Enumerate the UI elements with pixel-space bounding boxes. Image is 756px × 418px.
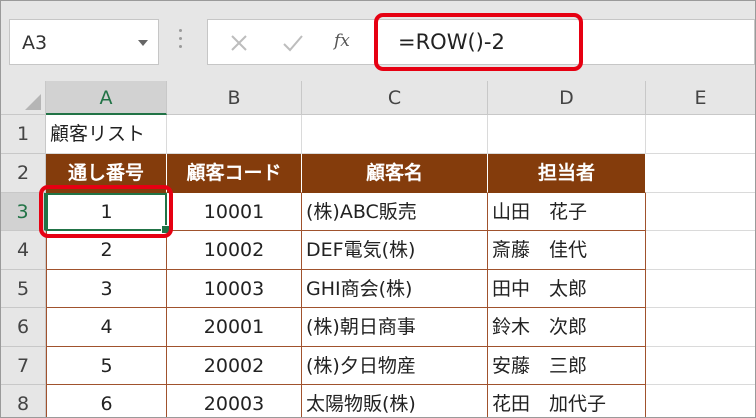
table-header-cell[interactable]: 顧客コード	[167, 154, 302, 193]
cell[interactable]	[646, 231, 755, 270]
table-cell[interactable]: DEF電気(株)	[302, 231, 488, 270]
table-cell[interactable]: 3	[46, 270, 167, 308]
cell[interactable]	[646, 193, 755, 231]
row-header-4[interactable]: 4	[1, 231, 46, 270]
excel-window: A3 fx =ROW()-2 A B C D E 1 2 3 4 5 6 7 8 顧客リスト 通し番号 顧客コ…	[0, 0, 756, 418]
table-cell[interactable]: 太陽物販(株)	[302, 385, 488, 417]
table-cell[interactable]: 6	[46, 385, 167, 417]
table-cell[interactable]: (株)ABC販売	[302, 193, 488, 231]
formula-highlight-box	[374, 13, 583, 71]
cell[interactable]	[646, 347, 755, 385]
table-cell[interactable]: GHI商会(株)	[302, 270, 488, 308]
cell[interactable]	[167, 115, 302, 154]
column-header-e[interactable]: E	[646, 81, 755, 115]
chevron-down-icon[interactable]	[138, 40, 148, 46]
table-cell[interactable]: 斎藤 佳代	[488, 231, 646, 270]
table-cell[interactable]: 5	[46, 347, 167, 385]
name-box[interactable]: A3	[9, 19, 159, 65]
close-icon[interactable]	[226, 30, 252, 56]
table-cell[interactable]: 20003	[167, 385, 302, 417]
table-header-cell[interactable]: 担当者	[488, 154, 646, 193]
select-all-button[interactable]	[1, 81, 46, 115]
cell[interactable]	[646, 385, 755, 417]
table-header-cell[interactable]: 顧客名	[302, 154, 488, 193]
row-header-6[interactable]: 6	[1, 308, 46, 347]
spreadsheet-grid: A B C D E 1 2 3 4 5 6 7 8 顧客リスト 通し番号 顧客コード 顧客名 担当者 1 10001(…	[1, 81, 755, 417]
cell-a1-title[interactable]: 顧客リスト	[46, 115, 167, 154]
table-cell[interactable]: 花田 加代子	[488, 385, 646, 417]
table-cell[interactable]: 4	[46, 308, 167, 347]
cell[interactable]	[646, 115, 755, 154]
check-icon[interactable]	[280, 30, 306, 56]
fx-icon[interactable]: fx	[334, 31, 350, 51]
table-cell[interactable]: (株)朝日商事	[302, 308, 488, 347]
table-cell[interactable]: 鈴木 次郎	[488, 308, 646, 347]
column-header-d[interactable]: D	[488, 81, 646, 115]
column-header-b[interactable]: B	[167, 81, 302, 115]
row-header-1[interactable]: 1	[1, 115, 46, 154]
row-header-5[interactable]: 5	[1, 270, 46, 308]
table-cell[interactable]: 10001	[167, 193, 302, 231]
row-header-8[interactable]: 8	[1, 385, 46, 417]
table-cell[interactable]: (株)夕日物産	[302, 347, 488, 385]
cell[interactable]	[302, 115, 488, 154]
table-cell[interactable]: 山田 花子	[488, 193, 646, 231]
cell[interactable]	[488, 115, 646, 154]
cell[interactable]	[646, 154, 755, 193]
cell[interactable]	[646, 308, 755, 347]
row-header-2[interactable]: 2	[1, 154, 46, 193]
column-header-a[interactable]: A	[46, 81, 167, 115]
table-cell[interactable]: 20002	[167, 347, 302, 385]
name-box-value: A3	[22, 32, 48, 54]
column-header-c[interactable]: C	[302, 81, 488, 115]
table-cell[interactable]: 10002	[167, 231, 302, 270]
row-header-7[interactable]: 7	[1, 347, 46, 385]
select-all-icon	[25, 94, 41, 110]
table-cell[interactable]: 田中 太郎	[488, 270, 646, 308]
table-cell[interactable]: 10003	[167, 270, 302, 308]
table-cell[interactable]: 安藤 三郎	[488, 347, 646, 385]
cell[interactable]	[646, 270, 755, 308]
drag-handle-icon[interactable]	[179, 29, 182, 53]
table-cell[interactable]: 20001	[167, 308, 302, 347]
cell-highlight-box	[39, 185, 173, 238]
